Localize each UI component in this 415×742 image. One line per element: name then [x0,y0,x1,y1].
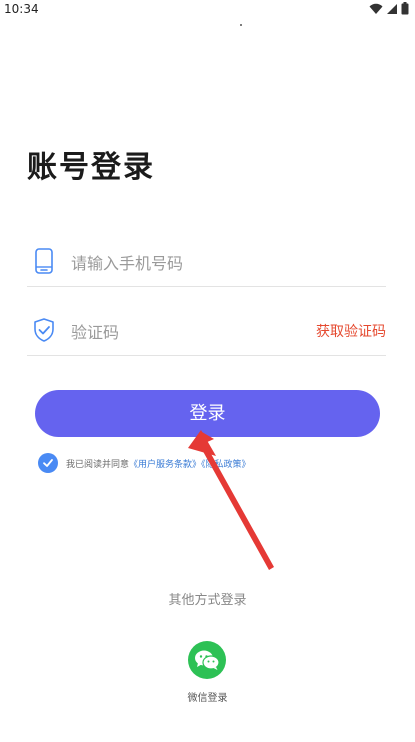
shield-check-icon [34,318,54,342]
get-code-button[interactable]: 获取验证码 [316,321,386,341]
wechat-icon [195,650,220,670]
wechat-login-button[interactable] [188,641,226,679]
privacy-policy-link[interactable]: 《隐私政策》 [201,460,251,470]
signal-icon [387,3,397,14]
other-login-title: 其他方式登录 [168,593,247,608]
page-title: 账号登录 [27,150,155,185]
wifi-icon [369,3,383,14]
agreement-prefix: 我已阅读并同意 [66,460,130,470]
phone-input[interactable] [69,248,383,278]
check-icon [43,459,53,467]
battery-icon [401,2,409,15]
phone-field [27,238,386,287]
status-icons [369,2,409,15]
code-field: 获取验证码 [27,307,386,356]
camera-dot [240,24,242,26]
agree-checkbox[interactable] [38,453,58,473]
user-terms-link[interactable]: 《用户服务条款》 [129,460,201,470]
annotation-arrow [188,430,274,570]
agreement-row: 我已阅读并同意《用户服务条款》《隐私政策》 [38,452,398,474]
phone-icon [35,248,53,274]
status-bar: 10:34 [0,0,415,18]
login-button[interactable]: 登录 [35,390,380,437]
status-time: 10:34 [4,2,39,16]
agreement-text: 我已阅读并同意《用户服务条款》《隐私政策》 [66,457,251,470]
wechat-login-label: 微信登录 [187,693,228,704]
code-input[interactable] [69,317,303,347]
